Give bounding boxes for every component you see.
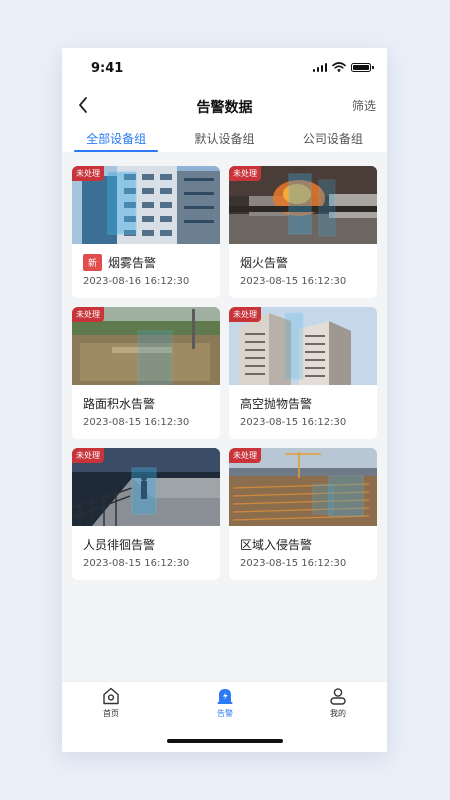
card-title-row: 新 烟雾告警 bbox=[83, 254, 220, 271]
home-indicator bbox=[167, 739, 283, 743]
home-icon bbox=[103, 687, 119, 705]
card-timestamp: 2023-08-15 16:12:30 bbox=[83, 558, 190, 569]
status-badge: 未处理 bbox=[72, 307, 104, 322]
status-bar: 9:41 bbox=[62, 48, 387, 88]
card-title-row: 路面积水告警 bbox=[83, 395, 220, 412]
new-badge: 新 bbox=[83, 254, 103, 271]
alarm-snapshot: 未处理 bbox=[229, 307, 377, 385]
tab-bar-profile[interactable]: 我的 bbox=[308, 686, 368, 719]
tab-bar-home[interactable]: 首页 bbox=[81, 686, 141, 719]
card-title: 烟火告警 bbox=[240, 256, 289, 270]
card-title-row: 人员徘徊告警 bbox=[83, 536, 220, 553]
card-title: 人员徘徊告警 bbox=[83, 538, 156, 552]
tab-bar-alarm[interactable]: 告警 bbox=[195, 686, 255, 719]
alarm-icon bbox=[217, 689, 233, 704]
tab-all-groups[interactable]: 全部设备组 bbox=[62, 124, 170, 152]
status-time: 9:41 bbox=[91, 61, 124, 76]
tab-company-group[interactable]: 公司设备组 bbox=[279, 124, 387, 152]
nav-bar: 告警数据 筛选 bbox=[62, 88, 387, 124]
alarm-card[interactable]: 未处理 高空抛物告警 2023-08-15 16:12:30 bbox=[229, 307, 377, 439]
tab-bar-label: 告警 bbox=[217, 709, 233, 718]
card-title: 烟雾告警 bbox=[108, 256, 157, 270]
alarm-grid: 未处理 新 烟雾告警 2023-08-16 16:12:30 未处理 烟火告警 … bbox=[72, 166, 377, 580]
wifi-icon bbox=[332, 62, 346, 72]
filter-button[interactable]: 筛选 bbox=[352, 97, 376, 114]
alarm-snapshot: 未处理 bbox=[229, 166, 377, 244]
card-title-row: 区域入侵告警 bbox=[240, 536, 377, 553]
alarm-card[interactable]: 未处理 烟火告警 2023-08-15 16:12:30 bbox=[229, 166, 377, 298]
signal-icon bbox=[312, 62, 327, 72]
user-icon bbox=[330, 688, 346, 705]
alarm-snapshot: 未处理 bbox=[72, 166, 220, 244]
tab-bar-label: 我的 bbox=[330, 709, 346, 718]
alarm-snapshot: 未处理 bbox=[72, 448, 220, 526]
card-title: 路面积水告警 bbox=[83, 397, 156, 411]
card-timestamp: 2023-08-15 16:12:30 bbox=[240, 417, 347, 428]
card-title-row: 烟火告警 bbox=[240, 254, 377, 271]
status-badge: 未处理 bbox=[229, 166, 261, 181]
card-timestamp: 2023-08-15 16:12:30 bbox=[240, 558, 347, 569]
tab-default-group[interactable]: 默认设备组 bbox=[170, 124, 278, 152]
alarm-card[interactable]: 未处理 区域入侵告警 2023-08-15 16:12:30 bbox=[229, 448, 377, 580]
card-timestamp: 2023-08-16 16:12:30 bbox=[83, 276, 190, 287]
battery-icon bbox=[351, 62, 374, 72]
card-title: 高空抛物告警 bbox=[240, 397, 313, 411]
page-title: 告警数据 bbox=[196, 100, 253, 116]
tab-bar-label: 首页 bbox=[103, 709, 119, 718]
alarm-snapshot: 未处理 bbox=[72, 307, 220, 385]
device-group-tabs: 全部设备组 默认设备组 公司设备组 bbox=[62, 124, 387, 152]
status-badge: 未处理 bbox=[72, 448, 104, 463]
status-icons bbox=[312, 62, 374, 72]
status-badge: 未处理 bbox=[72, 166, 104, 181]
card-title: 区域入侵告警 bbox=[240, 538, 313, 552]
card-title-row: 高空抛物告警 bbox=[240, 395, 377, 412]
bottom-tab-bar: 首页 告警 我的 bbox=[62, 681, 387, 752]
alarm-card[interactable]: 未处理 人员徘徊告警 2023-08-15 16:12:30 bbox=[72, 448, 220, 580]
alarm-card[interactable]: 未处理 新 烟雾告警 2023-08-16 16:12:30 bbox=[72, 166, 220, 298]
phone-screen: 9:41 告警数据 筛选 全部设备组 默认设备组 公司设备组 未处理 新 烟雾告… bbox=[62, 48, 387, 752]
card-timestamp: 2023-08-15 16:12:30 bbox=[240, 276, 347, 287]
status-badge: 未处理 bbox=[229, 448, 261, 463]
alarm-snapshot: 未处理 bbox=[229, 448, 377, 526]
card-timestamp: 2023-08-15 16:12:30 bbox=[83, 417, 190, 428]
alarm-card[interactable]: 未处理 路面积水告警 2023-08-15 16:12:30 bbox=[72, 307, 220, 439]
status-badge: 未处理 bbox=[229, 307, 261, 322]
